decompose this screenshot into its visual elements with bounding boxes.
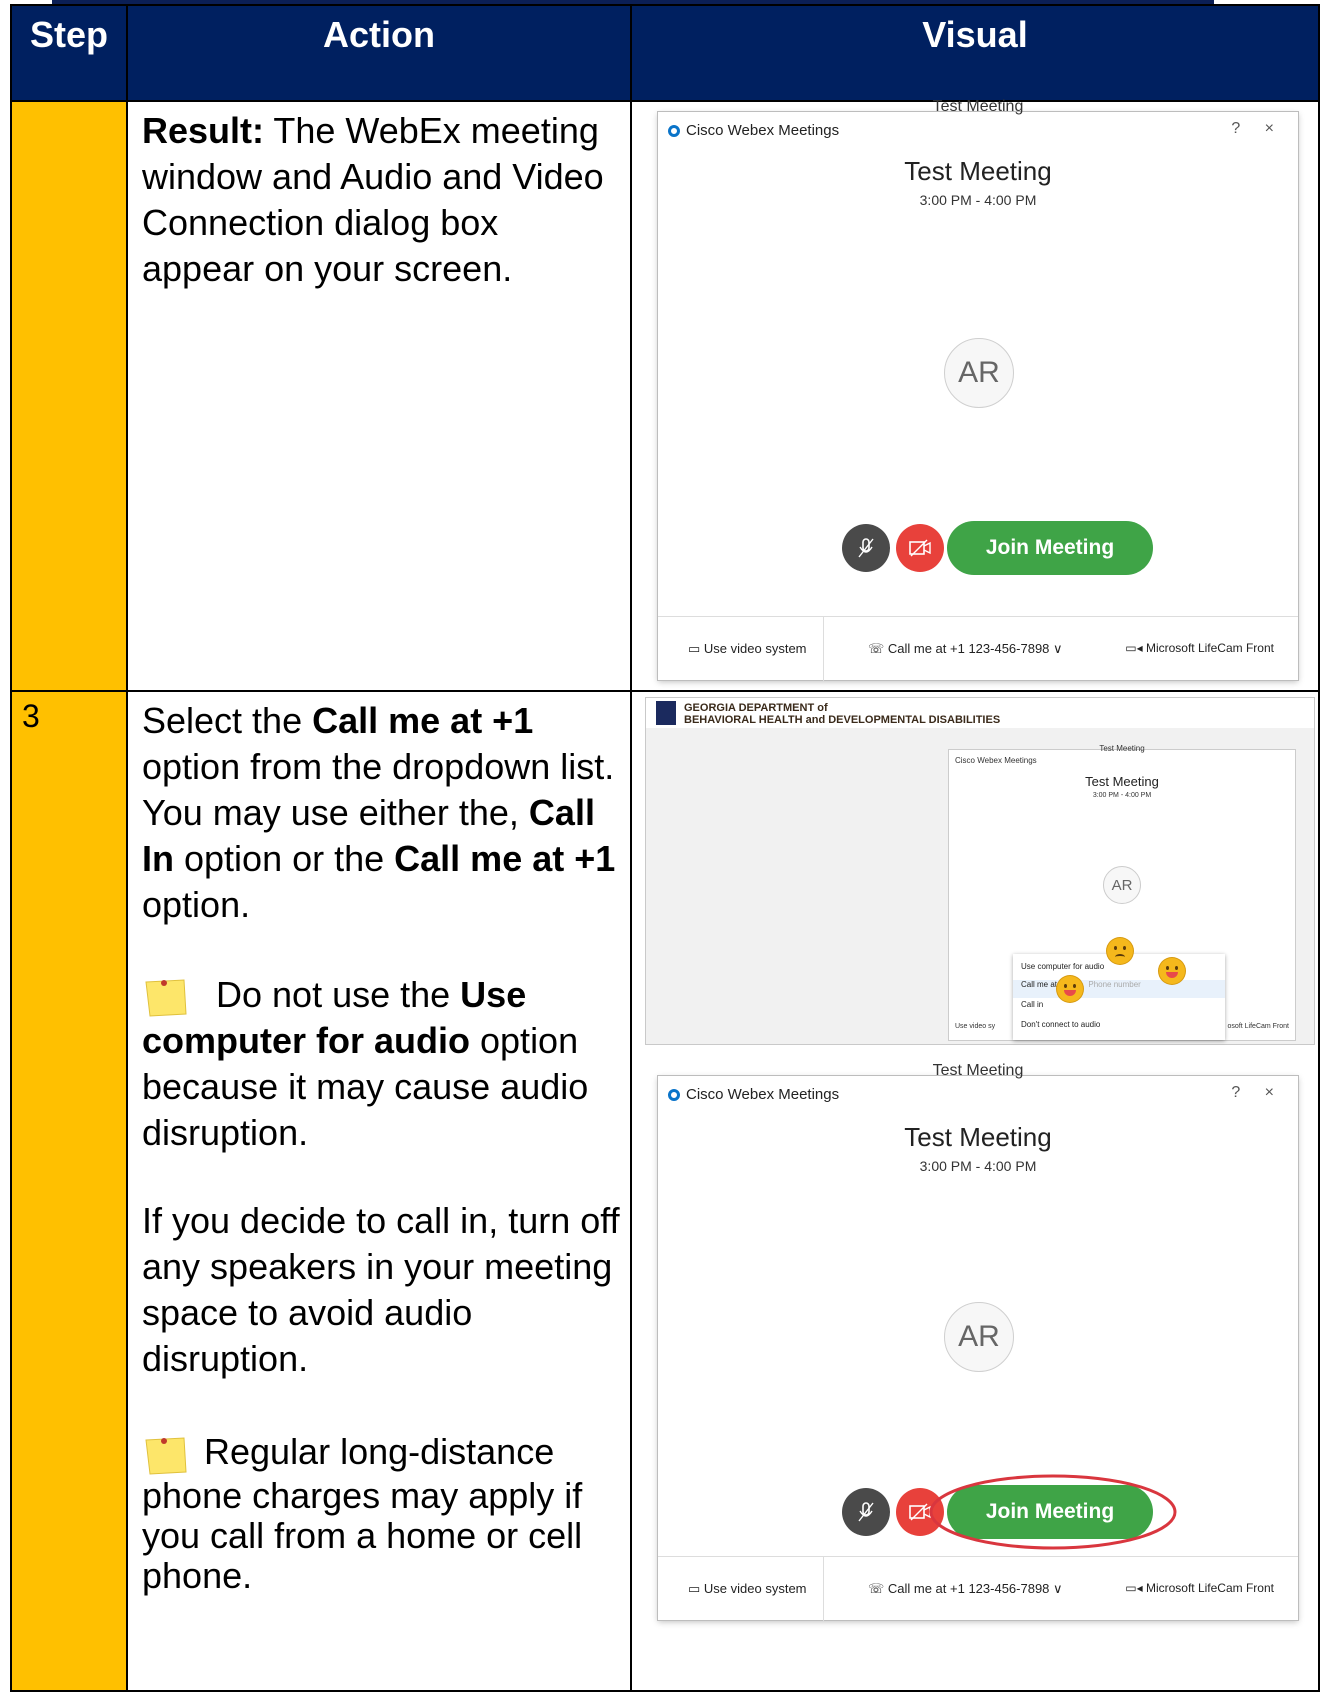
window-tag: Test Meeting xyxy=(932,1062,1024,1079)
visual-cell: GEORGIA DEPARTMENT of BEHAVIORAL HEALTH … xyxy=(630,690,1320,1692)
result-label: Result: xyxy=(142,110,265,151)
mini-app-title: Cisco Webex Meetings xyxy=(955,756,1037,765)
visual-cell: Test Meeting Cisco Webex Meetings ? × Te… xyxy=(630,98,1320,692)
audio-dropdown-menu: Use computer for audio Call me at +1 Phon… xyxy=(1013,954,1225,1040)
charges-note-paragraph: Regular long-distance phone charges may … xyxy=(142,1431,583,1596)
webex-logo-icon xyxy=(668,124,680,137)
document-page: Step Action Visual Result: The WebEx mee… xyxy=(10,4,1320,1692)
step-number xyxy=(10,100,128,692)
video-button[interactable] xyxy=(896,524,944,572)
window-controls[interactable]: ? × xyxy=(1231,1084,1284,1102)
join-meeting-button[interactable]: Join Meeting xyxy=(947,521,1153,575)
mic-off-icon xyxy=(858,538,874,558)
happy-emoji-icon xyxy=(1159,958,1185,984)
dropdown-screenshot: GEORGIA DEPARTMENT of BEHAVIORAL HEALTH … xyxy=(646,698,1314,1044)
mute-button[interactable] xyxy=(842,524,890,572)
steps-table: Step Action Visual Result: The WebEx mee… xyxy=(10,4,1320,1692)
webex-logo-icon xyxy=(668,1088,680,1101)
meeting-title: Test Meeting xyxy=(904,1122,1052,1152)
window-footer: ▭ Use video system ☏ Call me at +1 123-4… xyxy=(658,616,1298,681)
action-cell: Result: The WebEx meeting window and Aud… xyxy=(126,100,632,692)
menu-item-dont-connect[interactable]: Don't connect to audio xyxy=(1021,1020,1100,1029)
app-title: Cisco Webex Meetings xyxy=(668,1086,839,1103)
webex-window: Test Meeting Cisco Webex Meetings ? × Te… xyxy=(658,1062,1298,1621)
camera-select[interactable]: ▭◂ Microsoft LifeCam Front xyxy=(1125,641,1274,655)
sad-emoji-icon xyxy=(1107,938,1133,964)
header-visual: Visual xyxy=(630,4,1320,102)
mini-webex-window: Test Meeting Cisco Webex Meetings Test M… xyxy=(949,744,1295,1040)
menu-item-use-computer[interactable]: Use computer for audio xyxy=(1021,962,1104,971)
happy-emoji-icon xyxy=(1057,976,1083,1002)
window-tag: Test Meeting xyxy=(932,98,1024,115)
mini-avatar: AR xyxy=(1103,866,1141,904)
menu-item-call-me[interactable]: Call me at +1 Phone number xyxy=(1013,980,1225,998)
step-number: 3 xyxy=(10,690,128,1692)
call-in-paragraph: If you decide to call in, turn off any s… xyxy=(142,1200,620,1380)
mute-button[interactable] xyxy=(842,1488,890,1536)
table-row: 3 Select the Call me at +1 option from t… xyxy=(10,690,1320,1692)
action-cell: Select the Call me at +1 option from the… xyxy=(126,690,632,1692)
camera-off-icon xyxy=(909,539,931,557)
call-me-dropdown[interactable]: ☏ Call me at +1 123-456-7898 ∨ xyxy=(868,1581,1063,1597)
sticky-note-icon xyxy=(142,976,188,1018)
seal-icon xyxy=(656,701,676,725)
camera-select[interactable]: ▭◂ Microsoft LifeCam Front xyxy=(1125,1581,1274,1595)
highlight-ellipse xyxy=(929,1474,1177,1550)
org-banner: GEORGIA DEPARTMENT of BEHAVIORAL HEALTH … xyxy=(646,698,1314,728)
menu-item-call-in[interactable]: Call in xyxy=(1021,1000,1043,1009)
use-video-system-button[interactable]: ▭ Use video system xyxy=(688,641,807,657)
webex-window: Test Meeting Cisco Webex Meetings ? × Te… xyxy=(658,98,1298,681)
meeting-time: 3:00 PM - 4:00 PM xyxy=(919,1158,1037,1174)
meeting-time: 3:00 PM - 4:00 PM xyxy=(919,192,1037,208)
sticky-note-icon xyxy=(142,1434,188,1476)
header-step: Step xyxy=(10,4,128,102)
meeting-title: Test Meeting xyxy=(904,156,1052,186)
note-paragraph: Do not use the Use computer for audio op… xyxy=(142,974,589,1154)
instruction-paragraph: Select the Call me at +1 option from the… xyxy=(142,700,616,925)
avatar: AR xyxy=(944,338,1014,408)
window-footer: ▭ Use video system ☏ Call me at +1 123-4… xyxy=(658,1556,1298,1621)
table-row: Result: The WebEx meeting window and Aud… xyxy=(10,98,1320,692)
app-title: Cisco Webex Meetings xyxy=(668,122,839,139)
avatar: AR xyxy=(944,1302,1014,1372)
mic-off-icon xyxy=(858,1502,874,1522)
header-row: Step Action Visual xyxy=(10,4,1320,102)
use-video-system-button[interactable]: ▭ Use video system xyxy=(688,1581,807,1597)
header-action: Action xyxy=(126,4,632,102)
call-me-dropdown[interactable]: ☏ Call me at +1 123-456-7898 ∨ xyxy=(868,641,1063,657)
window-controls[interactable]: ? × xyxy=(1231,120,1284,138)
